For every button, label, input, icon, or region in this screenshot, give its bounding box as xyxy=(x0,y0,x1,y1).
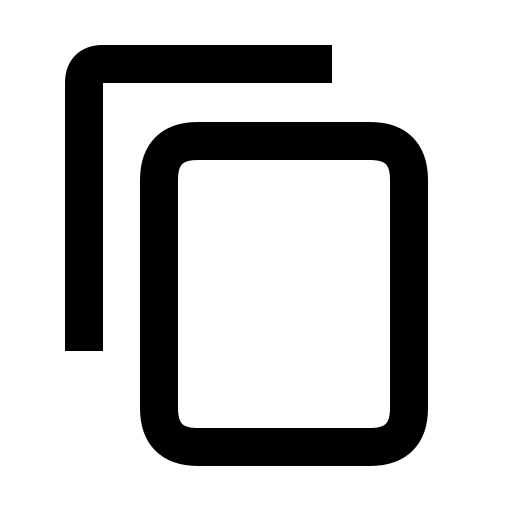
copy-icon xyxy=(65,45,428,466)
icon-canvas xyxy=(0,0,512,512)
back-sheet-outline xyxy=(65,45,332,351)
front-sheet-outline xyxy=(140,122,428,466)
